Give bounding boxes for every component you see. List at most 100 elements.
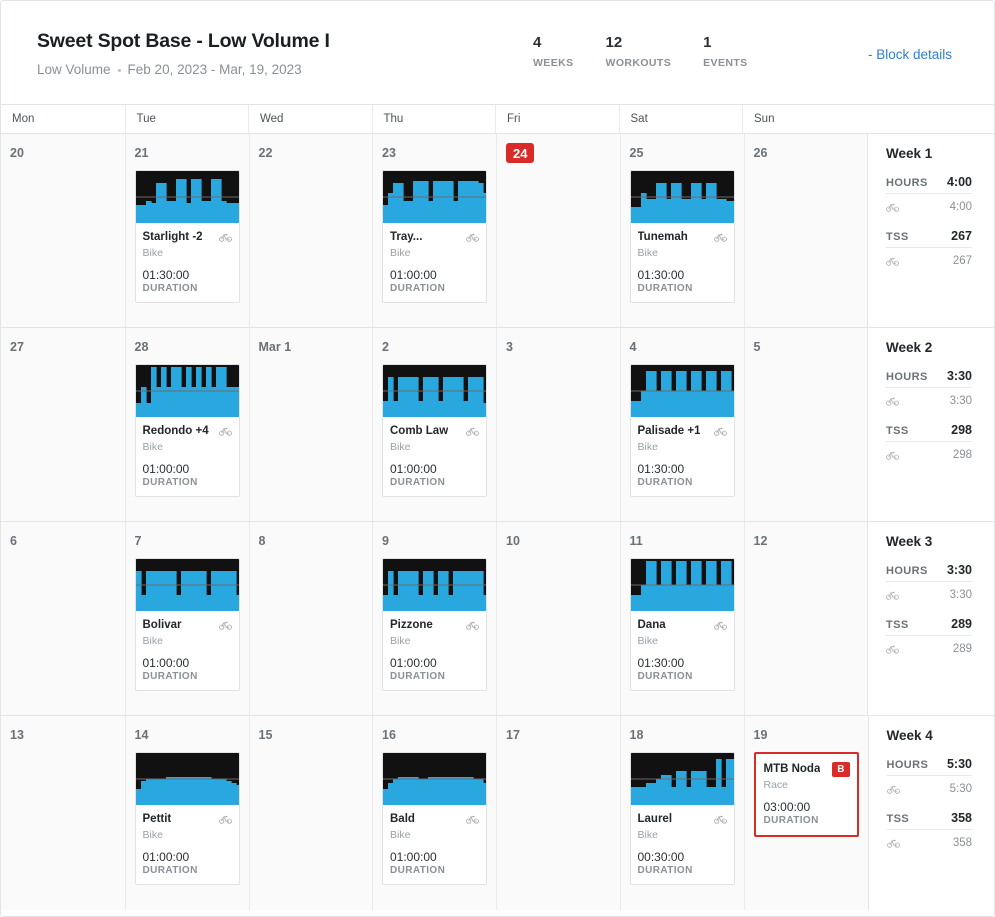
workout-card[interactable]: Pettit Bike 01:00:00 DURATION <box>134 752 240 886</box>
summary-spacer <box>886 407 972 423</box>
workout-card-body: Pizzone Bike 01:00:00 DURATION <box>383 611 486 690</box>
day-number-wrap: 2 <box>382 337 487 364</box>
day-cell[interactable]: 23 Tray... Bike 01:00:00 DURATION <box>372 134 496 327</box>
day-cell[interactable]: 11 Dana Bike 01:30:00 DURATION <box>619 522 744 715</box>
day-cell[interactable]: 7 Bolivar Bike 01:00:00 DURATION <box>124 522 249 715</box>
day-number-wrap: 14 <box>135 725 240 752</box>
day-cell[interactable]: 22 <box>248 134 372 327</box>
workout-card[interactable]: Redondo +4 Bike 01:00:00 DURATION <box>134 364 240 498</box>
day-cell[interactable]: 10 <box>496 522 620 715</box>
day-cell[interactable]: 15 <box>248 716 372 910</box>
day-cell[interactable]: 19 MTB Noda B Race 03:00:00 DURATION <box>743 716 868 910</box>
day-header-tue: Tue <box>124 105 249 133</box>
week-hours-bike-row: 3:30 <box>886 582 972 601</box>
workout-card[interactable]: Laurel Bike 00:30:00 DURATION <box>629 752 735 886</box>
day-cell[interactable]: 4 Palisade +1 Bike 01:30:00 DURATION <box>619 328 744 521</box>
day-number-wrap: 15 <box>259 725 364 752</box>
day-number-wrap: 8 <box>259 531 364 558</box>
day-cell[interactable]: 16 Bald Bike 01:00:00 DURATION <box>372 716 496 910</box>
day-cell[interactable]: 13 <box>1 716 125 910</box>
plan-subtitle: Low Volume Feb 20, 2023 - Mar, 19, 2023 <box>37 62 477 78</box>
day-number-wrap: 21 <box>135 143 240 170</box>
day-cell[interactable]: 5 <box>743 328 867 521</box>
bike-icon <box>713 620 727 631</box>
day-cell[interactable]: 25 Tunemah Bike 01:30:00 DURATION <box>619 134 744 327</box>
day-cell[interactable]: 3 <box>496 328 620 521</box>
day-cell[interactable]: 17 <box>496 716 620 910</box>
day-number: Mar 1 <box>258 340 292 354</box>
day-number: 16 <box>382 728 396 742</box>
week-hours-total: 3:30 <box>946 369 972 383</box>
bike-icon <box>218 814 232 825</box>
day-cell[interactable]: 20 <box>1 134 125 327</box>
workout-card[interactable]: Bolivar Bike 01:00:00 DURATION <box>134 558 240 692</box>
workout-card[interactable]: Starlight -2 Bike 01:30:00 DURATION <box>134 170 240 304</box>
day-number-wrap: 25 <box>630 143 735 170</box>
workout-card[interactable]: Palisade +1 Bike 01:30:00 DURATION <box>629 364 735 498</box>
day-cell[interactable]: 6 <box>1 522 125 715</box>
week-hours-bike-value: 5:30 <box>949 783 972 795</box>
workout-sport-type: Bike <box>142 828 163 841</box>
workout-card[interactable]: Tunemah Bike 01:30:00 DURATION <box>629 170 735 304</box>
workout-card[interactable]: Bald Bike 01:00:00 DURATION <box>382 752 487 886</box>
workout-name: Tray... <box>390 231 423 243</box>
workout-duration-label: DURATION <box>390 477 446 489</box>
workout-card-body: MTB Noda B Race 03:00:00 DURATION <box>756 754 857 835</box>
workout-card[interactable]: Dana Bike 01:30:00 DURATION <box>629 558 735 692</box>
day-number-wrap: 16 <box>382 725 487 752</box>
day-number-wrap: 5 <box>754 337 859 364</box>
day-cell[interactable]: 2 Comb Law Bike 01:00:00 DURATION <box>372 328 496 521</box>
workout-sport-type: Bike <box>637 440 658 453</box>
day-of-week-header: Mon Tue Wed Thu Fri Sat Sun <box>1 105 994 134</box>
day-number: 18 <box>629 728 644 742</box>
workout-name: Laurel <box>637 813 673 825</box>
workout-duration-label: DURATION <box>637 671 693 683</box>
day-number: 17 <box>506 728 520 742</box>
workout-duration-label: DURATION <box>390 283 446 295</box>
day-number: 20 <box>10 146 24 160</box>
stat-weeks: 4 WEEKS <box>533 34 574 68</box>
workout-sport-type: Bike <box>390 634 411 647</box>
day-cell[interactable]: 28 Redondo +4 Bike 01:00:00 DURATION <box>124 328 249 521</box>
day-number: 6 <box>10 534 17 548</box>
week-tss-header: TSS 267 <box>886 229 972 248</box>
summary-spacer <box>886 601 972 617</box>
day-cell[interactable]: 27 <box>1 328 125 521</box>
bike-icon <box>466 426 479 437</box>
day-header-wed: Wed <box>248 105 372 133</box>
workout-card-body: Redondo +4 Bike 01:00:00 DURATION <box>136 417 239 496</box>
week-row: 13 14 Pettit Bike 01:00:00 DURATION 15 16 Bald Bi… <box>1 716 994 910</box>
day-number: 4 <box>629 340 637 354</box>
day-number-wrap: 26 <box>754 143 859 170</box>
stat-workouts: 12 WORKOUTS <box>606 34 672 68</box>
workout-sport-type: Bike <box>637 634 658 647</box>
workout-profile-chart <box>630 753 734 805</box>
block-details-link[interactable]: - Block details <box>868 47 952 62</box>
workout-profile-chart <box>135 559 239 611</box>
workout-duration-label: DURATION <box>637 477 693 489</box>
workout-duration-label: DURATION <box>637 283 693 295</box>
week-hours-header: HOURS 3:30 <box>886 369 972 388</box>
stat-events: 1 EVENTS <box>703 34 747 68</box>
week-tss-bike-value: 298 <box>952 449 972 461</box>
day-cell[interactable]: 9 Pizzone Bike 01:00:00 DURATION <box>372 522 496 715</box>
workout-card[interactable]: Tray... Bike 01:00:00 DURATION <box>382 170 487 304</box>
day-cell[interactable]: 21 Starlight -2 Bike 01:30:00 DURATION <box>124 134 249 327</box>
workout-card[interactable]: Comb Law Bike 01:00:00 DURATION <box>382 364 487 498</box>
day-number: 28 <box>134 340 149 354</box>
day-cell[interactable]: 8 <box>248 522 372 715</box>
day-cell[interactable]: 24 <box>496 134 620 327</box>
day-cell[interactable]: 12 <box>743 522 867 715</box>
stat-weeks-value: 4 <box>533 34 542 51</box>
workout-card[interactable]: Pizzone Bike 01:00:00 DURATION <box>382 558 487 692</box>
workout-title-row: Pizzone <box>390 618 479 633</box>
page-title: Sweet Spot Base - Low Volume I <box>37 30 330 52</box>
day-number: 25 <box>629 146 644 160</box>
day-cell[interactable]: 18 Laurel Bike 00:30:00 DURATION <box>619 716 744 910</box>
day-cell[interactable]: 26 <box>743 134 867 327</box>
day-cell[interactable]: Mar 1 <box>248 328 372 521</box>
day-cell[interactable]: 14 Pettit Bike 01:00:00 DURATION <box>124 716 249 910</box>
event-card[interactable]: MTB Noda B Race 03:00:00 DURATION <box>753 752 859 838</box>
workout-profile-chart <box>630 365 734 417</box>
bike-icon <box>713 426 727 437</box>
